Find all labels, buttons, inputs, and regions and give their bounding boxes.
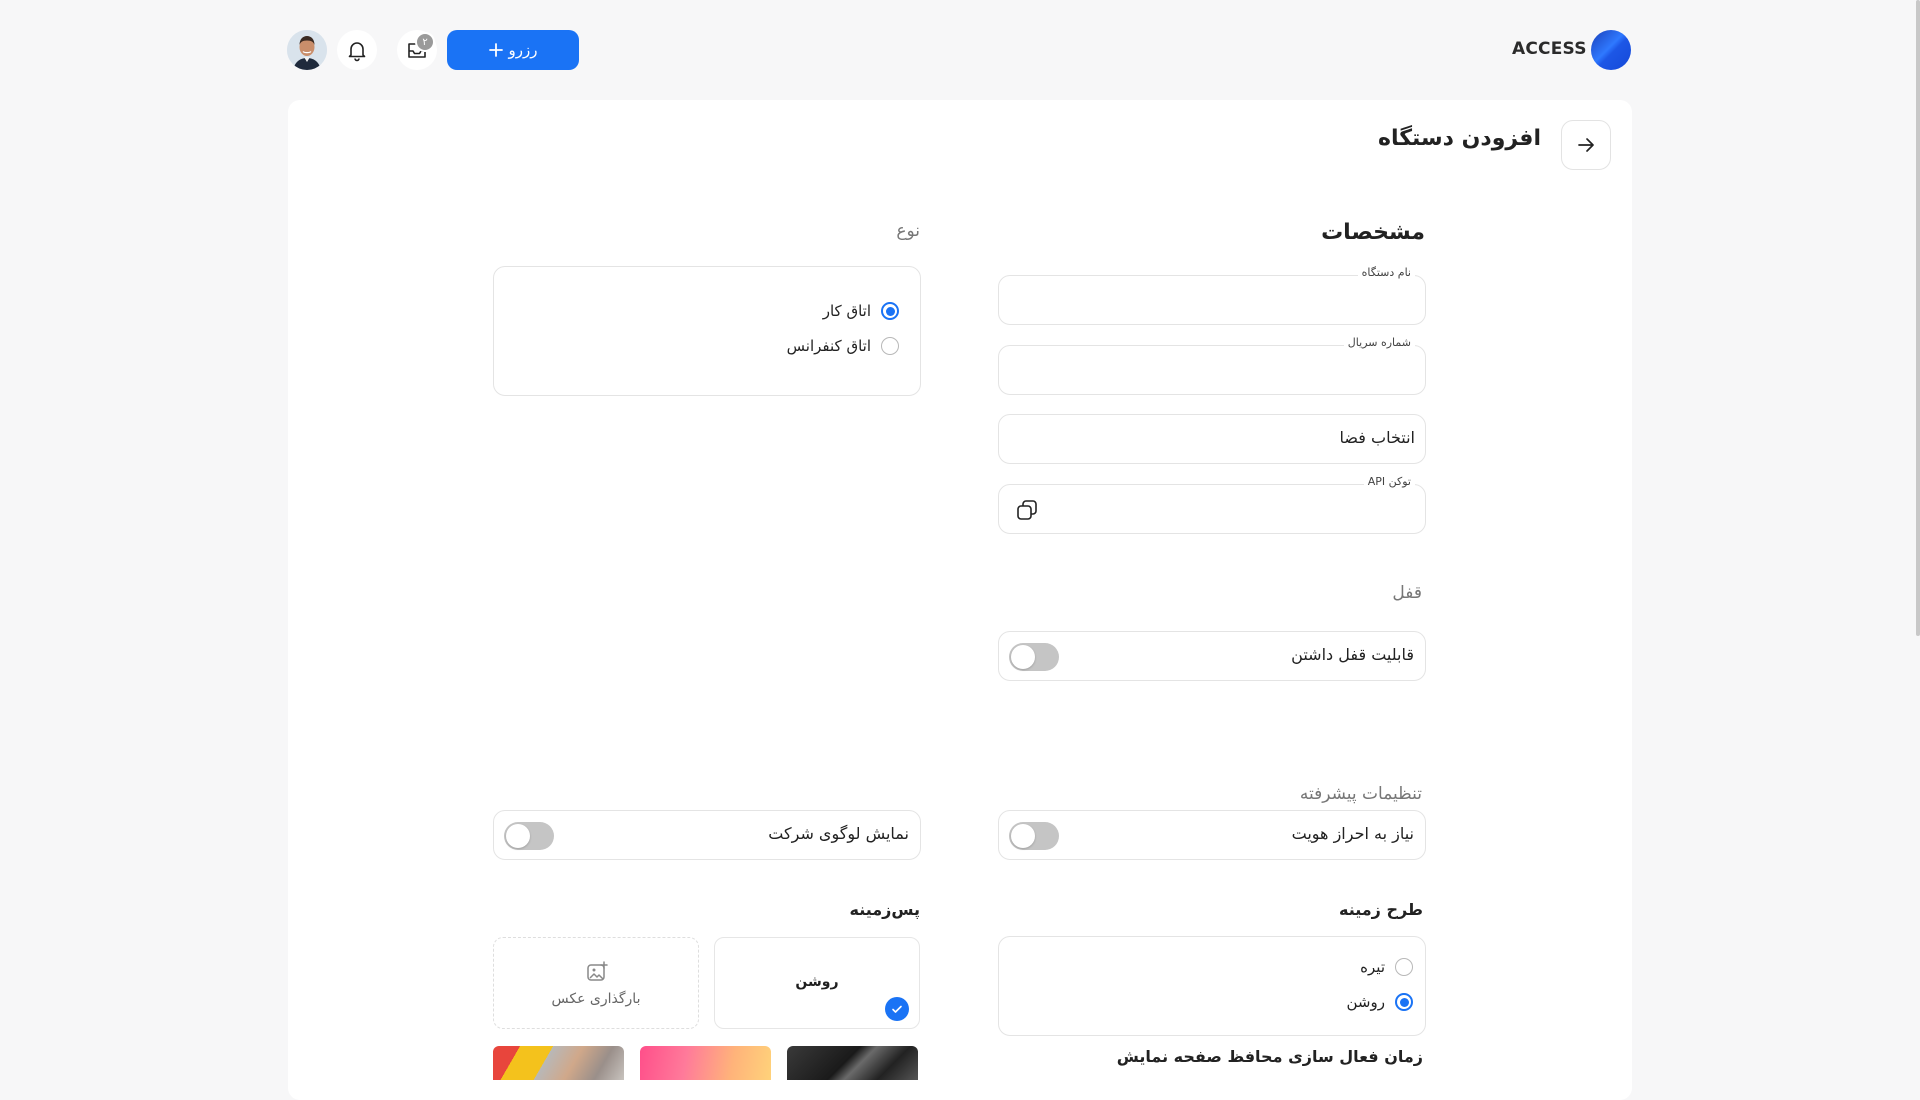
reserve-button[interactable]: رزرو bbox=[447, 30, 579, 70]
auth-required-row: نیاز به احراز هویت bbox=[998, 810, 1426, 860]
type-option-workroom[interactable]: اتاق کار bbox=[823, 302, 899, 320]
theme-dark-radio[interactable] bbox=[1395, 958, 1413, 976]
background-light-label: روشن bbox=[795, 974, 839, 990]
theme-option-light[interactable]: روشن bbox=[1347, 993, 1413, 1011]
brand-name: ACCESS bbox=[1512, 39, 1587, 59]
theme-option-dark[interactable]: تیره bbox=[1360, 958, 1413, 976]
plus-icon bbox=[488, 43, 503, 57]
check-icon bbox=[892, 1005, 902, 1013]
theme-options-box bbox=[998, 936, 1426, 1036]
back-button[interactable] bbox=[1561, 120, 1611, 170]
main-card bbox=[288, 100, 1632, 1100]
specs-title: مشخصات bbox=[1321, 220, 1425, 245]
screensaver-title: زمان فعال سازی محافظ صفحه نمایش bbox=[1116, 1047, 1423, 1066]
auth-required-label: نیاز به احراز هویت bbox=[1291, 824, 1414, 843]
lockable-row: قابلیت قفل داشتن bbox=[998, 631, 1426, 681]
serial-number-field[interactable]: شماره سریال bbox=[998, 336, 1426, 395]
show-logo-toggle[interactable] bbox=[504, 822, 554, 850]
type-options-box bbox=[493, 266, 921, 396]
image-add-icon bbox=[585, 960, 609, 988]
user-avatar[interactable] bbox=[287, 30, 327, 70]
device-name-label: نام دستگاه bbox=[1357, 266, 1415, 279]
space-select-label: انتخاب فضا bbox=[1339, 428, 1415, 447]
auth-required-toggle[interactable] bbox=[1009, 822, 1059, 850]
api-token-field[interactable]: توکن API bbox=[998, 475, 1426, 534]
copy-button[interactable] bbox=[1015, 498, 1039, 526]
theme-light-radio[interactable] bbox=[1395, 993, 1413, 1011]
bell-icon bbox=[348, 42, 366, 62]
page-scrollbar[interactable] bbox=[1916, 0, 1920, 636]
notifications-button[interactable] bbox=[337, 30, 377, 70]
type-conference-label: اتاق کنفرانس bbox=[786, 337, 871, 355]
arrow-right-icon bbox=[1578, 138, 1594, 152]
serial-number-label: شماره سریال bbox=[1343, 336, 1415, 349]
api-token-label: توکن API bbox=[1363, 475, 1415, 488]
type-conference-radio[interactable] bbox=[881, 337, 899, 355]
background-thumbnail-stripes[interactable] bbox=[493, 1046, 624, 1080]
selected-check-badge bbox=[885, 997, 909, 1021]
upload-photo-button[interactable]: بارگذاری عکس bbox=[493, 937, 699, 1029]
advanced-settings-title: تنظیمات پیشرفته bbox=[1299, 784, 1422, 804]
theme-light-label: روشن bbox=[1346, 993, 1385, 1011]
type-workroom-label: اتاق کار bbox=[822, 302, 871, 320]
type-title: نوع bbox=[896, 221, 920, 241]
type-option-conference[interactable]: اتاق کنفرانس bbox=[787, 337, 899, 355]
lockable-toggle[interactable] bbox=[1009, 643, 1059, 671]
space-select[interactable]: انتخاب فضا bbox=[998, 414, 1426, 464]
background-light-option[interactable]: روشن bbox=[714, 937, 920, 1029]
page-title: افزودن دستگاه bbox=[1378, 126, 1541, 151]
reserve-label: رزرو bbox=[508, 41, 538, 59]
theme-dark-label: تیره bbox=[1360, 958, 1385, 976]
type-workroom-radio[interactable] bbox=[881, 302, 899, 320]
show-logo-label: نمایش لوگوی شرکت bbox=[768, 824, 909, 843]
avatar-image bbox=[287, 30, 327, 70]
lock-title: قفل bbox=[1392, 583, 1422, 603]
show-logo-row: نمایش لوگوی شرکت bbox=[493, 810, 921, 860]
brand-logo-icon bbox=[1591, 30, 1631, 70]
lockable-label: قابلیت قفل داشتن bbox=[1291, 645, 1414, 664]
background-thumbnail-dark[interactable] bbox=[787, 1046, 918, 1080]
copy-icon bbox=[1017, 500, 1037, 520]
upload-photo-label: بارگذاری عکس bbox=[551, 991, 641, 1007]
device-name-field[interactable]: نام دستگاه bbox=[998, 266, 1426, 325]
inbox-count-badge: ۲ bbox=[415, 32, 435, 52]
theme-title: طرح زمینه bbox=[1338, 900, 1423, 919]
background-thumbnail-gradient[interactable] bbox=[640, 1046, 771, 1080]
background-title: پس‌زمینه bbox=[849, 900, 920, 919]
